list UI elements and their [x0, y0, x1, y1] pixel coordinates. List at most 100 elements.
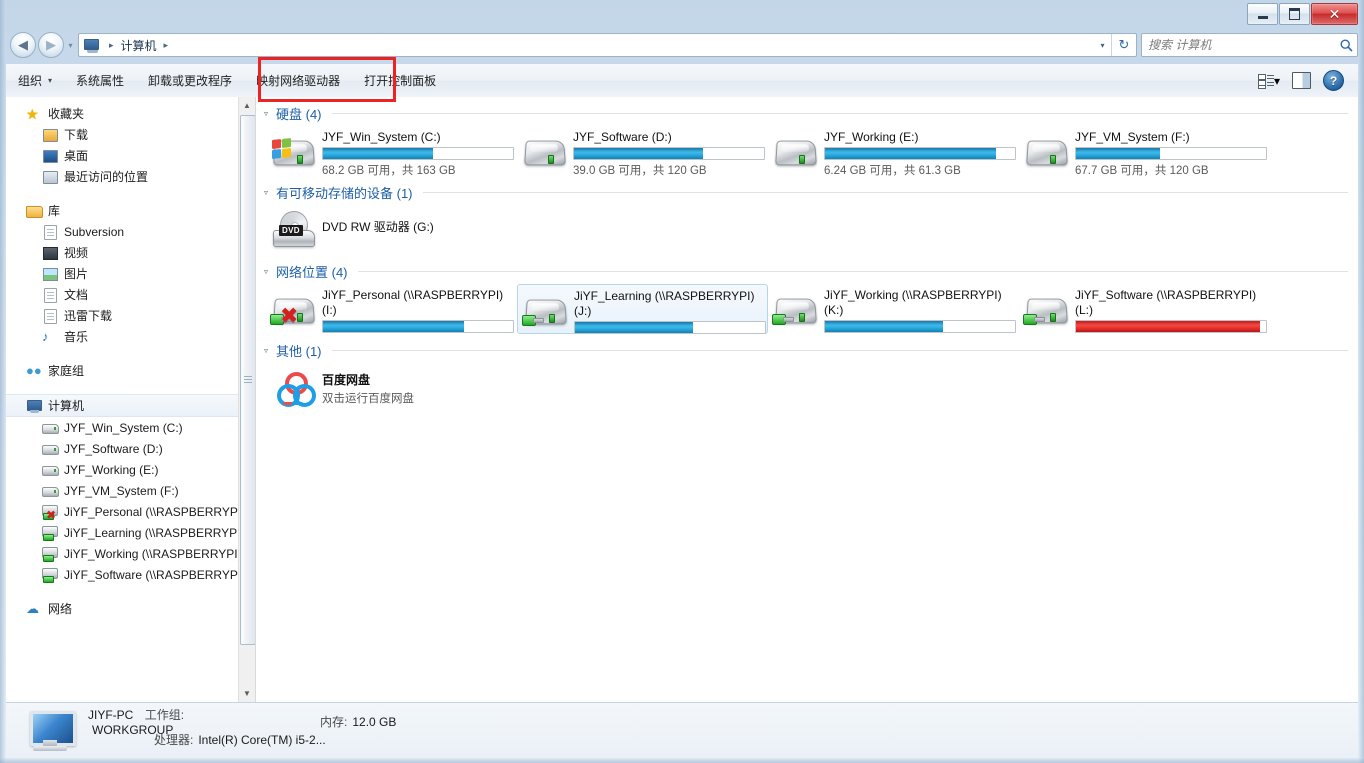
network-drive-icon	[522, 288, 570, 332]
drive-windows-icon	[42, 420, 59, 436]
search-input[interactable]	[1142, 37, 1335, 53]
search-icon[interactable]	[1335, 35, 1357, 55]
back-button[interactable]: ◀	[10, 32, 36, 58]
tiles-other: 百度网盘 双击运行百度网盘	[256, 361, 1358, 413]
open-control-panel-button[interactable]: 打开控制面板	[352, 65, 448, 97]
status-memory-value: 12.0 GB	[352, 714, 397, 729]
search-box[interactable]	[1141, 33, 1358, 57]
recent-places-icon	[42, 169, 58, 185]
drive-tile-d[interactable]: JYF_Software (D:) 39.0 GB 可用，共 120 GB	[517, 126, 768, 177]
address-history-dropdown[interactable]: ▾	[1094, 35, 1111, 55]
sidebar-group-computer[interactable]: 计算机	[6, 394, 255, 417]
sidebar-item-recent-places[interactable]: 最近访问的位置	[6, 166, 255, 187]
maximize-button[interactable]	[1279, 3, 1310, 25]
organize-button[interactable]: 组织 ▾	[6, 65, 64, 97]
capacity-bar-fill-c	[323, 148, 434, 159]
help-button[interactable]: ?	[1317, 68, 1350, 94]
drive-name-l: JiYF_Software (\\RASPBERRYPI) (L:)	[1075, 288, 1257, 317]
breadcrumb-separator-end[interactable]: ▸	[164, 40, 169, 51]
navigation-pane-scrollbar[interactable]: ▲ ▼	[238, 97, 255, 702]
sidebar-gap-2	[6, 347, 255, 360]
tiles-network-locations: ✖ JiYF_Personal (\\RASPBERRYPI) (I:) JiY…	[256, 282, 1358, 334]
sidebar-group-favorites[interactable]: ★ 收藏夹	[6, 103, 255, 124]
section-removable-storage: ▿ 有可移动存储的设备 (1) DVD DVD RW 驱动器 (G:)	[256, 181, 1358, 255]
forward-button[interactable]: ▶	[38, 32, 64, 58]
drive-tile-c[interactable]: JYF_Win_System (C:) 68.2 GB 可用，共 163 GB	[266, 126, 517, 177]
sidebar-item-drive-e[interactable]: JYF_Working (E:)	[6, 459, 255, 480]
sidebar-item-drive-f[interactable]: JYF_VM_System (F:)	[6, 480, 255, 501]
map-network-drive-button[interactable]: 映射网络驱动器	[244, 65, 352, 97]
drive-tile-k[interactable]: JiYF_Working (\\RASPBERRYPI) (K:)	[768, 284, 1019, 334]
system-properties-button[interactable]: 系统属性	[64, 65, 136, 97]
sidebar-item-videos[interactable]: 视频	[6, 242, 255, 263]
sidebar-label-documents: 文档	[64, 288, 89, 302]
change-view-button[interactable]: ▾	[1252, 68, 1286, 94]
scroll-up-button[interactable]: ▲	[239, 97, 255, 114]
drive-detail-e: 6.24 GB 可用，共 61.3 GB	[824, 165, 961, 177]
star-icon: ★	[26, 105, 39, 122]
sidebar-item-drive-k[interactable]: JiYF_Working (\\RASPBERRYPI) (K	[6, 543, 255, 564]
sidebar-item-drive-l[interactable]: JiYF_Software (\\RASPBERRYPI) (L	[6, 564, 255, 585]
sidebar-item-drive-d[interactable]: JYF_Software (D:)	[6, 438, 255, 459]
sidebar-item-drive-j[interactable]: JiYF_Learning (\\RASPBERRYPI) (J	[6, 522, 255, 543]
section-header-removable-storage[interactable]: ▿ 有可移动存储的设备 (1)	[256, 181, 1358, 203]
maximize-icon	[1289, 8, 1300, 20]
collapse-caret-icon[interactable]: ▿	[264, 346, 276, 355]
sidebar-item-documents[interactable]: 文档	[6, 284, 255, 305]
minimize-button[interactable]	[1247, 3, 1278, 25]
drive-icon	[42, 483, 59, 499]
collapse-caret-icon[interactable]: ▿	[264, 109, 276, 118]
sidebar-label-pictures: 图片	[64, 267, 89, 281]
section-header-hard-disks[interactable]: ▿ 硬盘 (4)	[256, 102, 1358, 124]
collapse-caret-icon[interactable]: ▿	[264, 267, 276, 276]
drive-name-f: JYF_VM_System (F:)	[1075, 130, 1190, 144]
forward-arrow-icon: ▶	[46, 37, 56, 52]
sidebar-gap-4	[6, 585, 255, 598]
sidebar-group-homegroup[interactable]: ●● 家庭组	[6, 360, 255, 381]
sidebar-group-libraries[interactable]: 库	[6, 200, 255, 221]
breadcrumb-computer[interactable]: 计算机	[121, 37, 157, 54]
scrollbar-thumb[interactable]	[240, 115, 255, 645]
uninstall-program-button[interactable]: 卸载或更改程序	[136, 65, 244, 97]
status-line-1: JIYF-PC 工作组: WORKGROUP 内存: 12.0 GB	[88, 708, 397, 737]
sidebar-group-network[interactable]: ☁ 网络	[6, 598, 255, 619]
sidebar-item-desktop[interactable]: 桌面	[6, 145, 255, 166]
sidebar-item-pictures[interactable]: 图片	[6, 263, 255, 284]
sidebar-item-downloads[interactable]: 下载	[6, 124, 255, 145]
drive-tile-f[interactable]: JYF_VM_System (F:) 67.7 GB 可用，共 120 GB	[1019, 126, 1270, 177]
drive-tile-i[interactable]: ✖ JiYF_Personal (\\RASPBERRYPI) (I:)	[266, 284, 517, 334]
drive-tile-e[interactable]: JYF_Working (E:) 6.24 GB 可用，共 61.3 GB	[768, 126, 1019, 177]
address-bar[interactable]: ▸ 计算机 ▸ ▾ ↻	[78, 33, 1137, 57]
sidebar-item-drive-c[interactable]: JYF_Win_System (C:)	[6, 417, 255, 438]
breadcrumb-separator-root[interactable]: ▸	[109, 40, 114, 51]
drive-windows-icon	[270, 129, 318, 173]
section-divider	[331, 349, 1348, 351]
sidebar-label-drive-k: JiYF_Working (\\RASPBERRYPI) (K	[64, 546, 255, 561]
drive-icon	[1023, 129, 1071, 173]
recent-pages-dropdown[interactable]: ▾	[64, 34, 77, 56]
sidebar-item-drive-i[interactable]: ✖ JiYF_Personal (\\RASPBERRYPI) (I	[6, 501, 255, 522]
refresh-button[interactable]: ↻	[1111, 34, 1136, 56]
drive-tile-j[interactable]: JiYF_Learning (\\RASPBERRYPI) (J:)	[517, 284, 768, 334]
computer-icon	[83, 37, 99, 53]
capacity-bar-e	[824, 147, 1016, 160]
sidebar-label-computer: 计算机	[48, 399, 85, 413]
section-title-removable-storage: 有可移动存储的设备 (1)	[276, 185, 413, 201]
chevron-down-icon: ▾	[68, 40, 73, 50]
app-tile-baidu-netdisk[interactable]: 百度网盘 双击运行百度网盘	[266, 363, 517, 413]
drive-tile-l[interactable]: JiYF_Software (\\RASPBERRYPI) (L:)	[1019, 284, 1270, 334]
capacity-bar-fill-k	[825, 321, 943, 332]
close-button[interactable]: ✕	[1311, 3, 1358, 25]
music-icon: ♪	[42, 328, 49, 344]
section-header-network-locations[interactable]: ▿ 网络位置 (4)	[256, 260, 1358, 282]
sidebar-item-music[interactable]: ♪ 音乐	[6, 326, 255, 347]
sidebar-item-subversion[interactable]: Subversion	[6, 221, 255, 242]
drive-tile-g[interactable]: DVD DVD RW 驱动器 (G:)	[266, 205, 517, 255]
capacity-bar-d	[573, 147, 765, 160]
section-header-other[interactable]: ▿ 其他 (1)	[256, 339, 1358, 361]
scroll-down-button[interactable]: ▼	[239, 685, 255, 702]
sidebar-item-thunder-downloads[interactable]: 迅雷下载	[6, 305, 255, 326]
show-preview-pane-button[interactable]	[1286, 68, 1317, 94]
sidebar-gap-3	[6, 381, 255, 394]
collapse-caret-icon[interactable]: ▿	[264, 188, 276, 197]
